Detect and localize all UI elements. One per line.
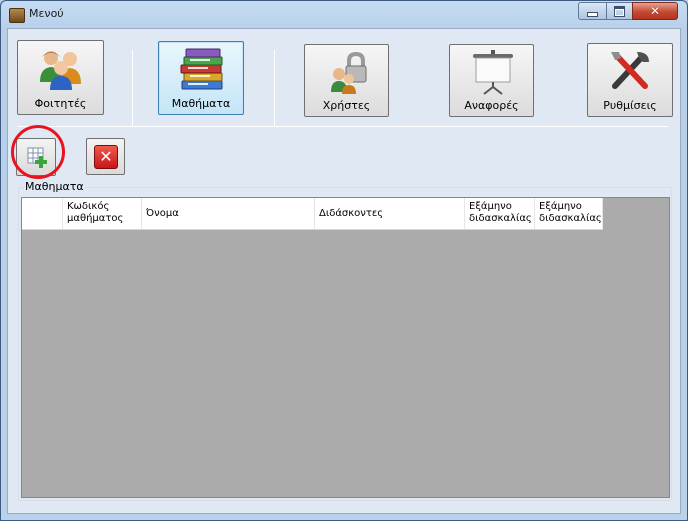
nav-settings-button[interactable]: Ρυθμίσεις: [587, 43, 673, 117]
nav-students-label: Φοιτητές: [34, 97, 87, 110]
minimize-icon: [587, 11, 598, 17]
nav-users-button[interactable]: Χρήστες: [304, 44, 389, 117]
tab-divider: [274, 50, 275, 126]
row-header-corner[interactable]: [22, 198, 63, 230]
window-title: Μενού: [29, 7, 64, 20]
nav-courses-label: Μαθήματα: [171, 97, 231, 110]
courses-group-label: Μαθηματα: [24, 180, 85, 193]
column-header-semester-2-line2: διδασκαλίας: [539, 213, 602, 224]
highlight-circle: [11, 125, 65, 179]
close-icon: ✕: [649, 4, 661, 18]
students-icon: [40, 51, 81, 90]
tab-strip-line: [18, 126, 668, 127]
column-header-name-text: Όνομα: [146, 208, 179, 219]
maximize-button[interactable]: [606, 2, 633, 20]
users-lock-icon: [331, 52, 367, 94]
column-header-semester-1-line2: διδασκαλίας: [469, 213, 532, 224]
column-header-semester-1[interactable]: Εξάμηνο διδασκαλίας: [465, 198, 535, 230]
nav-students-button[interactable]: Φοιτητές: [17, 40, 104, 115]
maximize-icon: [614, 5, 625, 17]
projector-screen-icon: [473, 50, 513, 95]
nav-reports-button[interactable]: Αναφορές: [449, 44, 534, 117]
book-icon: [9, 8, 25, 23]
title-bar[interactable]: Μενού ✕: [1, 1, 687, 29]
column-header-teachers-text: Διδάσκοντες: [319, 208, 384, 219]
courses-datagrid[interactable]: Κωδικός μαθήματος Όνομα Διδάσκοντες Εξάμ…: [21, 197, 670, 498]
column-header-semester-2[interactable]: Εξάμηνο διδασκαλίας: [535, 198, 603, 230]
delete-icon: ✕: [94, 145, 118, 169]
column-header-code-line2: μαθήματος: [67, 213, 124, 224]
books-icon: [180, 48, 223, 90]
column-header-semester-2-line1: Εξάμηνο: [539, 201, 582, 212]
nav-settings-label: Ρυθμίσεις: [603, 99, 657, 112]
nav-users-label: Χρήστες: [322, 99, 371, 112]
close-button[interactable]: ✕: [632, 2, 678, 20]
column-header-code[interactable]: Κωδικός μαθήματος: [63, 198, 142, 230]
nav-courses-button[interactable]: Μαθήματα: [158, 41, 244, 115]
delete-button[interactable]: ✕: [86, 138, 125, 175]
column-header-code-line1: Κωδικός: [67, 201, 110, 212]
minimize-button[interactable]: [578, 2, 607, 20]
tools-icon: [611, 52, 649, 89]
nav-reports-label: Αναφορές: [464, 99, 519, 112]
tab-divider: [132, 50, 133, 126]
column-header-semester-1-line1: Εξάμηνο: [469, 201, 512, 212]
column-header-name[interactable]: Όνομα: [142, 198, 315, 230]
column-header-teachers[interactable]: Διδάσκοντες: [315, 198, 465, 230]
